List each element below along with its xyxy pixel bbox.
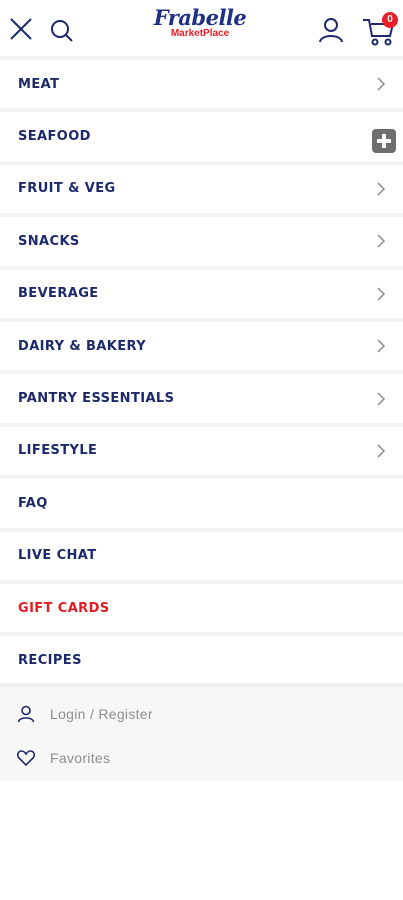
chevron-right-icon (377, 77, 386, 91)
chevron-right-icon (377, 287, 386, 301)
menu-item-lifestyle[interactable]: LIFESTYLE (0, 422, 403, 476)
chevron-right-icon (377, 444, 386, 458)
menu-item-label: GIFT CARDS (18, 600, 110, 616)
chevron-right-icon (377, 182, 386, 196)
login-register-link[interactable]: Login / Register (0, 691, 403, 736)
user-icon (17, 705, 35, 722)
chevron-right-icon (377, 339, 386, 353)
menu-item-fruit-veg[interactable]: FRUIT & VEG (0, 160, 403, 214)
menu-item-dairy-bakery[interactable]: DAIRY & BAKERY (0, 317, 403, 371)
menu-item-label: SNACKS (18, 233, 80, 249)
user-icon[interactable] (315, 14, 347, 46)
menu-item-label: FAQ (18, 495, 48, 511)
login-register-label: Login / Register (50, 705, 153, 722)
account-section: Login / Register Favorites (0, 683, 403, 781)
favorites-label: Favorites (50, 749, 111, 766)
menu-item-label: FRUIT & VEG (18, 181, 116, 197)
menu-item-beverage[interactable]: BEVERAGE (0, 265, 403, 318)
chevron-right-icon (377, 392, 386, 406)
search-icon[interactable] (48, 17, 76, 45)
menu-item-label: LIFESTYLE (18, 443, 98, 459)
plus-icon[interactable] (372, 129, 396, 153)
menu-item-live-chat[interactable]: LIVE CHAT (0, 527, 403, 580)
menu-item-meat[interactable]: MEAT (0, 56, 403, 109)
menu-item-pantry-essentials[interactable]: PANTRY ESSENTIALS (0, 370, 403, 423)
cart-count-badge: 0 (382, 12, 398, 28)
menu-item-label: RECIPES (18, 652, 82, 668)
category-menu: MEAT SEAFOOD FRUIT & VEG SNACKS BEVERAGE… (0, 56, 403, 685)
menu-item-label: PANTRY ESSENTIALS (18, 391, 175, 407)
menu-item-gift-cards[interactable]: GIFT CARDS (0, 579, 403, 633)
menu-item-label: LIVE CHAT (18, 548, 97, 564)
menu-item-faq[interactable]: FAQ (0, 475, 403, 528)
menu-item-label: MEAT (18, 76, 60, 92)
menu-item-recipes[interactable]: RECIPES (0, 632, 403, 685)
chevron-right-icon (377, 234, 386, 248)
menu-item-label: BEVERAGE (18, 286, 99, 302)
favorites-link[interactable]: Favorites (0, 735, 403, 780)
menu-item-label: DAIRY & BAKERY (18, 338, 147, 354)
header: Frabelle MarketPlace 0 (0, 0, 403, 56)
logo-wordmark: Frabelle (153, 5, 247, 30)
heart-icon (16, 749, 36, 766)
cart-button[interactable]: 0 (360, 12, 400, 48)
brand-logo[interactable]: Frabelle MarketPlace (150, 6, 250, 50)
menu-item-snacks[interactable]: SNACKS (0, 213, 403, 266)
close-icon[interactable] (7, 15, 35, 43)
menu-item-label: SEAFOOD (18, 129, 91, 145)
menu-item-seafood[interactable]: SEAFOOD (0, 108, 403, 161)
